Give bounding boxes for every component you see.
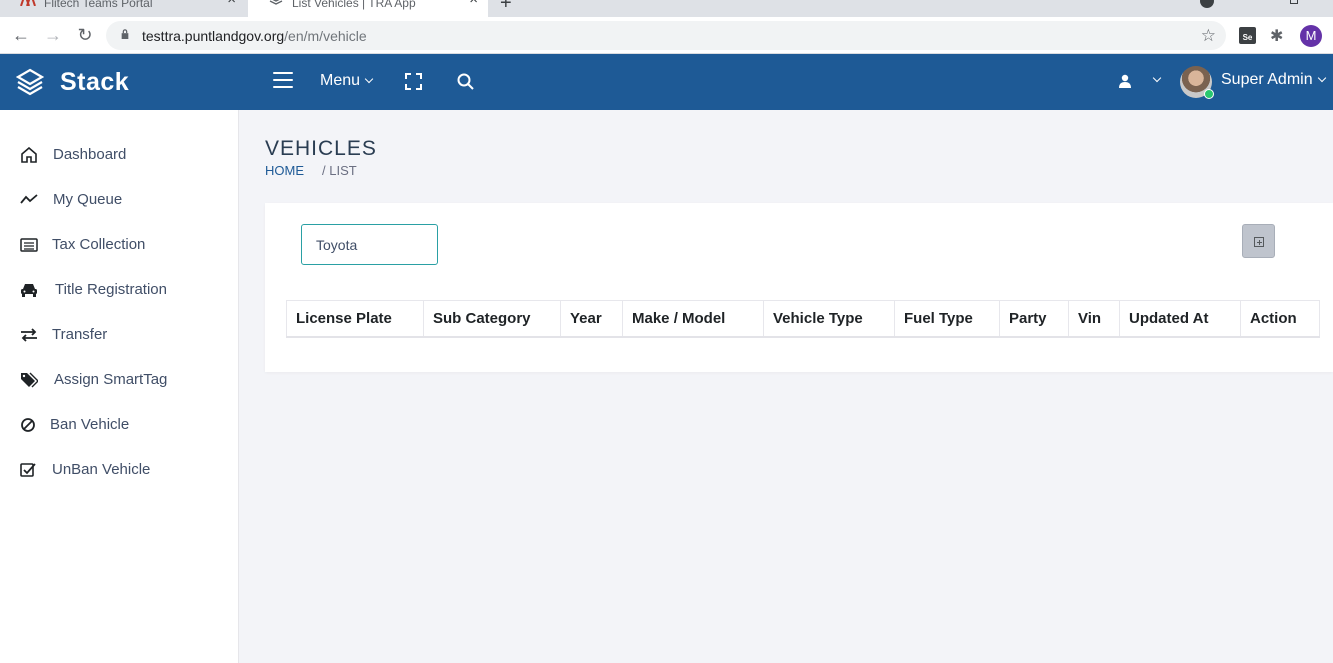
column-header-year[interactable]: Year [560,300,623,337]
new-tab-icon[interactable]: + [500,0,512,15]
sidebar-item-assign-smarttag[interactable]: Assign SmartTag [0,360,239,400]
url-domain: testtra.puntlandgov.org [142,28,285,44]
add-vehicle-button[interactable] [1242,224,1275,258]
sidebar-item-label: Ban Vehicle [50,416,130,433]
column-header-make-model[interactable]: Make / Model [622,300,764,337]
menu-dropdown[interactable]: Menu [320,72,374,90]
user-icon[interactable] [1118,74,1132,88]
sidebar-item-tax-collection[interactable]: Tax Collection [0,225,239,265]
vehicles-card: License Plate Sub Category Year Make / M… [265,203,1333,372]
table-header-row: License Plate Sub Category Year Make / M… [286,300,1320,337]
back-icon[interactable]: ← [11,25,31,45]
sidebar-item-label: Title Registration [55,281,167,298]
chevron-down-icon [1317,73,1326,83]
car-icon [21,284,37,297]
lock-icon [121,29,129,39]
column-header-sub-category[interactable]: Sub Category [423,300,561,337]
hamburger-menu-icon[interactable] [273,72,293,88]
chevron-down-icon[interactable] [1152,73,1162,83]
stack-logo-icon [16,68,44,96]
user-menu[interactable]: Super Admin [1221,71,1326,89]
close-tab-icon[interactable]: × [469,0,478,7]
url-path: /en/m/vehicle [284,28,367,44]
sidebar-item-dashboard[interactable]: Dashboard [0,135,239,175]
forward-icon[interactable]: → [43,25,63,45]
browser-tab-teams-portal[interactable]: Flitech Teams Portal × [0,0,246,17]
ban-icon [21,418,35,432]
column-header-updated-at[interactable]: Updated At [1119,300,1241,337]
sidebar-item-label: Tax Collection [52,236,146,253]
breadcrumb-current: / LIST [322,163,357,178]
profile-avatar[interactable]: M [1300,25,1322,47]
tags-icon [21,372,38,388]
sidebar-item-my-queue[interactable]: My Queue [0,180,239,220]
vehicles-table: License Plate Sub Category Year Make / M… [286,300,1320,338]
swap-arrows-icon [21,328,37,342]
column-header-license-plate[interactable]: License Plate [286,300,424,337]
app-header: Stack Menu Super Admin [0,54,1333,110]
url-text: testtra.puntlandgov.org/en/m/vehicle [142,28,367,44]
sidebar-item-title-registration[interactable]: Title Registration [0,270,239,310]
column-header-vehicle-type[interactable]: Vehicle Type [763,300,895,337]
tab-title: Flitech Teams Portal [44,0,153,10]
bookmark-star-icon[interactable]: ☆ [1201,26,1216,46]
search-input[interactable] [301,224,438,265]
column-header-fuel-type[interactable]: Fuel Type [894,300,1000,337]
sidebar-item-label: Dashboard [53,146,127,163]
sidebar-item-transfer[interactable]: Transfer [0,315,239,355]
browser-tab-strip: Flitech Teams Portal × List Vehicles | T… [0,0,1333,17]
address-bar[interactable]: testtra.puntlandgov.org/en/m/vehicle ☆ [106,21,1226,50]
selenium-extension-icon[interactable]: Se [1239,27,1256,44]
plus-square-icon [1254,237,1264,247]
user-name: Super Admin [1221,71,1313,88]
trend-line-icon [20,194,38,204]
column-header-vin[interactable]: Vin [1068,300,1120,337]
sidebar-item-label: UnBan Vehicle [52,461,151,478]
sidebar-item-label: Transfer [52,326,108,343]
menu-label: Menu [320,72,361,89]
check-square-icon [20,463,36,477]
home-icon [21,147,37,163]
close-tab-icon[interactable]: × [227,0,236,7]
page-title: VEHICLES [265,137,377,160]
brand-name[interactable]: Stack [60,68,129,97]
download-icon[interactable] [1200,0,1214,8]
sidebar: Dashboard My Queue Tax Collection Title … [0,110,239,663]
sidebar-item-ban-vehicle[interactable]: Ban Vehicle [0,405,239,445]
sidebar-item-label: Assign SmartTag [54,371,168,388]
sidebar-item-unban-vehicle[interactable]: UnBan Vehicle [0,450,239,490]
tab-title: List Vehicles | TRA App [292,0,416,10]
breadcrumb-home[interactable]: HOME [265,163,304,178]
tab-favicon-icon [269,0,283,5]
browser-toolbar: ← → ↻ testtra.puntlandgov.org/en/m/vehic… [0,17,1333,54]
window-restore-icon[interactable] [1290,0,1298,4]
sidebar-item-label: My Queue [53,191,123,208]
browser-tab-list-vehicles[interactable]: List Vehicles | TRA App × [248,0,488,17]
column-header-party[interactable]: Party [999,300,1069,337]
extensions-puzzle-icon[interactable]: ✱ [1270,26,1283,46]
online-status-badge [1204,89,1214,99]
tab-favicon-icon [20,0,36,6]
chevron-down-icon [364,74,374,84]
column-header-action: Action [1250,309,1297,327]
fullscreen-icon[interactable] [405,73,422,90]
reload-icon[interactable]: ↻ [75,25,95,45]
list-icon [20,238,38,252]
search-icon[interactable] [457,73,474,90]
